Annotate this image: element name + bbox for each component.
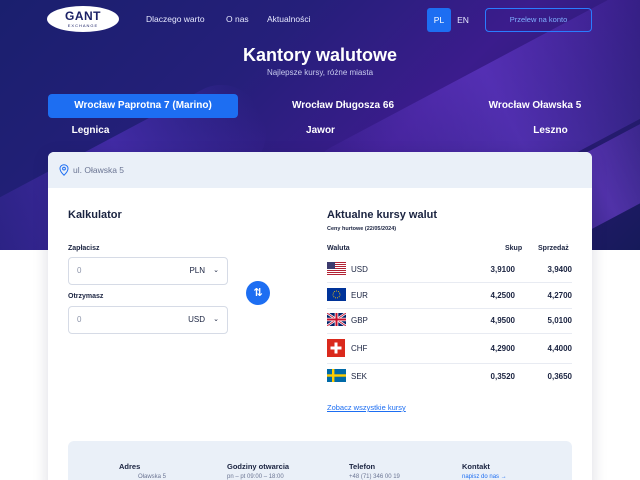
rate-row-eur: EUR 4,2500 4,2700	[327, 283, 572, 309]
address-value: Oławska 5	[138, 474, 167, 480]
buy-rate: 4,9500	[490, 316, 515, 325]
lang-en-button[interactable]: EN	[451, 8, 475, 32]
nav-link-news[interactable]: Aktualności	[267, 14, 310, 24]
page-subtitle: Najlepsze kursy, różne miasta	[266, 68, 374, 77]
hours-value: pn – pt 09:00 – 18:00	[227, 474, 284, 480]
logo-subtext: EXCHANGE	[67, 23, 99, 28]
currency-code: GBP	[351, 316, 368, 325]
receive-amount-value[interactable]: 0	[77, 315, 81, 324]
eu-flag-icon	[327, 288, 346, 301]
swiss-flag-icon	[327, 339, 345, 357]
phone-value[interactable]: +48 (71) 346 00 19	[349, 474, 400, 480]
sell-rate: 3,9400	[547, 265, 572, 274]
sell-rate: 4,2700	[547, 291, 572, 300]
tab-location-legnica[interactable]: Legnica	[48, 119, 133, 143]
phone-heading: Telefon	[349, 462, 376, 471]
chevron-down-icon[interactable]: ⌄	[213, 315, 219, 323]
chevron-down-icon[interactable]: ⌄	[213, 266, 219, 274]
currency-code: SEK	[351, 372, 368, 381]
pay-amount-field[interactable]: 0 PLN ⌄	[68, 257, 228, 285]
rate-row-sek: SEK 0,3520 0,3650	[327, 364, 572, 390]
buy-rate: 3,9100	[490, 265, 515, 274]
address-text: ul. Oławska 5	[73, 165, 125, 175]
all-rates-link[interactable]: Zobacz wszystkie kursy	[327, 403, 406, 412]
nav-link-why[interactable]: Dlaczego warto	[146, 14, 205, 24]
receive-amount-field[interactable]: 0 USD ⌄	[68, 306, 228, 334]
logo-text: GANT	[65, 9, 101, 23]
tab-location-jawor[interactable]: Jawor	[278, 119, 363, 143]
map-pin-icon	[59, 164, 69, 176]
sell-rate: 0,3650	[547, 372, 572, 381]
receive-label: Otrzymasz	[68, 293, 104, 300]
us-flag-icon	[327, 262, 346, 275]
buy-rate: 4,2500	[490, 291, 515, 300]
address-heading: Adres	[119, 462, 141, 471]
rates-title: Aktualne kursy walut	[327, 209, 438, 221]
transfer-button[interactable]: Przelew na konto	[485, 8, 592, 32]
tab-location-olawska[interactable]: Wrocław Oławska 5	[440, 94, 630, 118]
branch-info-panel: Adres Oławska 5 Godziny otwarcia pn – pt…	[68, 441, 572, 480]
tab-location-paprotna[interactable]: Wrocław Paprotna 7 (Marino)	[48, 94, 238, 118]
tab-location-leszno[interactable]: Leszno	[508, 119, 593, 143]
swap-currencies-icon[interactable]: ⇅	[246, 281, 270, 305]
pay-currency-select[interactable]: PLN	[189, 266, 205, 275]
sell-rate: 4,4000	[547, 344, 572, 353]
sweden-flag-icon	[327, 369, 346, 382]
exchange-card: ul. Oławska 5 Kalkulator Zapłacisz 0 PLN…	[48, 152, 592, 480]
uk-flag-icon	[327, 313, 346, 326]
pay-amount-value[interactable]: 0	[77, 266, 81, 275]
rate-row-chf: CHF 4,2900 4,4000	[327, 334, 572, 364]
currency-code: CHF	[351, 344, 368, 353]
tab-location-dlugosza[interactable]: Wrocław Długosza 66	[248, 94, 438, 118]
buy-rate: 0,3520	[490, 372, 515, 381]
nav-link-about[interactable]: O nas	[226, 14, 249, 24]
lang-pl-button[interactable]: PL	[427, 8, 451, 32]
buy-rate: 4,2900	[490, 344, 515, 353]
currency-code: EUR	[351, 291, 368, 300]
col-buy-header: Skup	[505, 245, 523, 252]
contact-heading: Kontakt	[462, 462, 490, 471]
receive-currency-select[interactable]: USD	[188, 315, 205, 324]
hours-heading: Godziny otwarcia	[227, 462, 290, 471]
col-sell-header: Sprzedaż	[538, 245, 569, 252]
sell-rate: 5,0100	[547, 316, 572, 325]
currency-code: USD	[351, 265, 368, 274]
address-bar: ul. Oławska 5	[48, 152, 592, 188]
contact-link[interactable]: napisz do nas →	[462, 474, 507, 480]
top-nav: GANT EXCHANGE Dlaczego warto O nas Aktua…	[0, 0, 640, 40]
col-currency-header: Waluta	[327, 245, 350, 252]
pay-label: Zapłacisz	[68, 245, 100, 252]
calculator-title: Kalkulator	[68, 209, 122, 221]
rate-row-usd: USD 3,9100 3,9400	[327, 257, 572, 283]
gant-logo[interactable]: GANT EXCHANGE	[47, 6, 119, 32]
rate-row-gbp: GBP 4,9500 5,0100	[327, 308, 572, 334]
page-title: Kantory walutowe	[242, 45, 398, 65]
rates-subtitle: Ceny hurtowe (22/05/2024)	[327, 226, 397, 232]
